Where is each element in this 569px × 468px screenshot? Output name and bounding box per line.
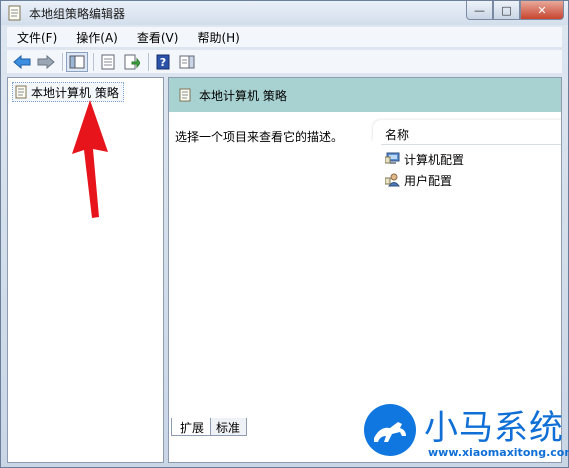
details-list: 名称 计算机配置 用户配置 [373,112,561,432]
minimize-button[interactable]: — [466,1,493,20]
menu-action[interactable]: 操作(A) [66,27,127,47]
watermark-url: www.xiaomaxitong.com [428,446,569,459]
item-description: 选择一个项目来查看它的描述。 [175,130,344,144]
policy-document-icon [179,88,191,102]
forward-arrow-icon [37,54,55,69]
toolbar: ? [7,49,562,73]
policy-document-icon [15,85,27,99]
menu-file[interactable]: 文件(F) [7,27,66,47]
list-item-user-config[interactable]: 用户配置 [385,171,452,189]
title-bar[interactable]: 本地组策略编辑器 — □ ✕ [1,1,568,25]
properties-icon [101,54,115,69]
svg-text:?: ? [160,56,166,69]
help-icon: ? [156,54,170,69]
close-button[interactable]: ✕ [520,1,564,20]
export-list-button[interactable] [121,52,143,72]
menu-bar: 文件(F) 操作(A) 查看(V) 帮助(H) [7,27,562,47]
details-header: 本地计算机 策略 [169,78,561,112]
tab-extended[interactable]: 扩展 [171,418,212,436]
show-action-pane-icon [179,55,195,68]
back-arrow-icon [13,54,31,69]
show-hide-tree-button[interactable] [66,51,88,72]
watermark: 小马系统 www.xiaomaxitong.com [356,398,569,468]
tab-standard[interactable]: 标准 [207,418,248,436]
column-header-name[interactable]: 名称 [385,126,409,143]
window-title: 本地组策略编辑器 [29,7,126,21]
policy-document-icon [8,5,21,21]
properties-button[interactable] [97,52,119,72]
computer-config-icon [385,152,400,164]
horse-logo-icon [364,404,416,456]
watermark-brand: 小马系统 [424,408,564,448]
forward-button[interactable] [35,52,57,72]
show-hide-tree-icon [69,55,85,68]
toolbar-separator [62,52,63,71]
user-config-icon [385,173,400,187]
list-item-computer-config[interactable]: 计算机配置 [385,150,464,168]
list-item-label: 用户配置 [404,173,453,188]
red-annotation-arrow [72,100,108,218]
menu-help[interactable]: 帮助(H) [187,27,248,47]
maximize-button[interactable]: □ [493,1,520,20]
details-header-title: 本地计算机 策略 [199,88,287,103]
toolbar-separator [93,52,94,71]
window-controls: — □ ✕ [466,1,564,20]
help-button[interactable]: ? [152,52,174,72]
show-action-pane-button[interactable] [176,52,198,72]
menu-view[interactable]: 查看(V) [127,27,188,47]
export-list-icon [124,54,140,69]
column-divider [381,144,561,145]
back-button[interactable] [11,52,33,72]
toolbar-separator [148,52,149,71]
list-item-label: 计算机配置 [404,152,465,167]
